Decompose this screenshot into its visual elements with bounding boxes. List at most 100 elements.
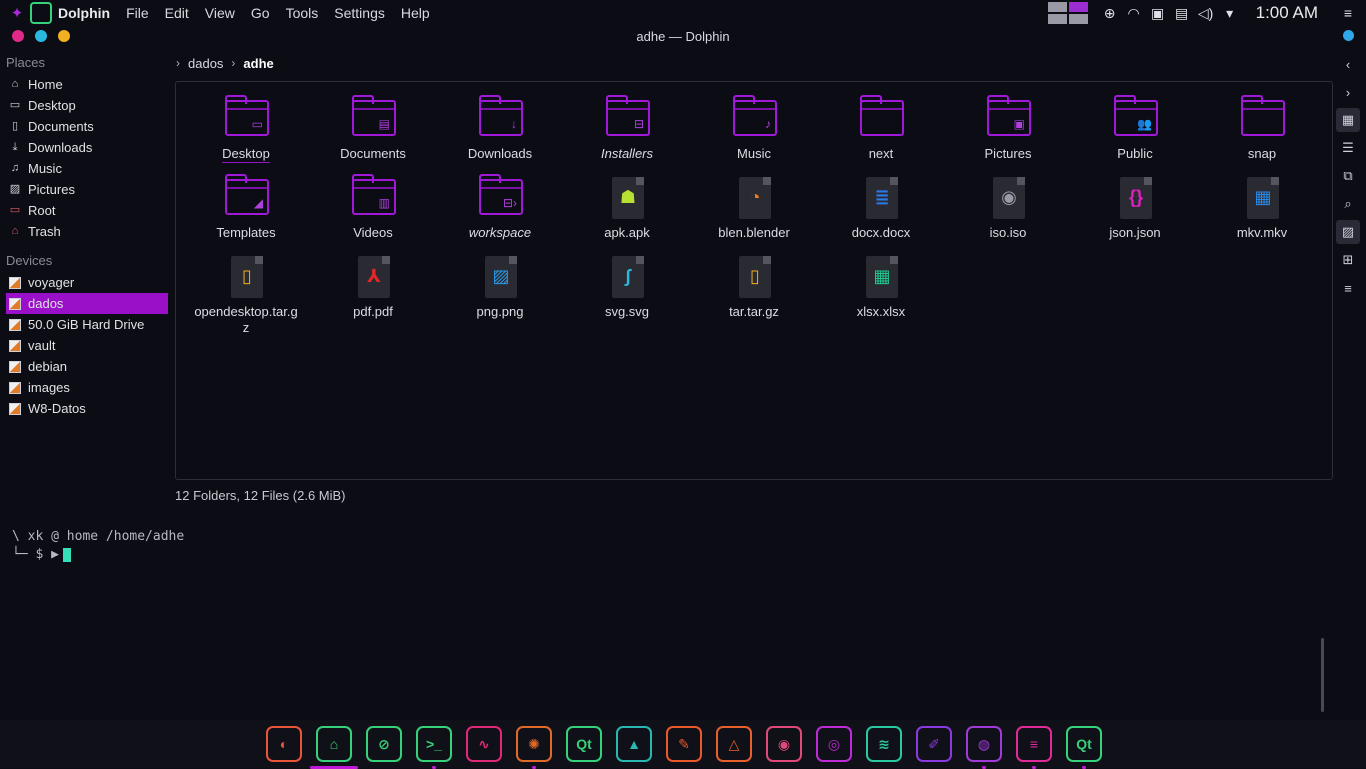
launcher-icon[interactable]: ✦	[6, 2, 28, 24]
clock[interactable]: 1:00 AM	[1256, 3, 1318, 23]
firefox-icon: ◐	[266, 726, 302, 762]
place-pictures[interactable]: ▨ Pictures	[0, 179, 170, 200]
forward-icon[interactable]: ›	[1336, 80, 1360, 104]
file-item[interactable]: ◉ iso.iso	[948, 175, 1068, 253]
folder-item[interactable]: ⊟ Installers	[567, 95, 687, 174]
device-voyager[interactable]: voyager	[0, 272, 170, 293]
menu-help[interactable]: Help	[401, 5, 430, 21]
dock-app-text-editor[interactable]: ≡	[1009, 724, 1059, 769]
dock-app-qt-designer[interactable]: Qt	[559, 724, 609, 764]
folder-item[interactable]: ▭ Desktop	[186, 95, 306, 174]
menu-view[interactable]: View	[205, 5, 235, 21]
place-home[interactable]: ⌂ Home	[0, 74, 170, 95]
workspace-pager[interactable]	[1047, 2, 1088, 24]
dock-app-eye-viewer[interactable]: ◉	[759, 724, 809, 764]
terminal-panel[interactable]: \ xk @ home /home/adhe └─ $ ▶	[12, 528, 184, 564]
device-label: images	[28, 380, 70, 395]
file-item[interactable]: ▨ png.png	[440, 254, 560, 332]
workspace-3[interactable]	[1047, 14, 1067, 24]
terminal-cursor	[62, 547, 71, 562]
menu-go[interactable]: Go	[251, 5, 270, 21]
dock-app-system-monitor[interactable]: ∿	[459, 724, 509, 764]
split-view-icon[interactable]: ⧉	[1336, 164, 1360, 188]
back-icon[interactable]: ‹	[1336, 52, 1360, 76]
menu-settings[interactable]: Settings	[334, 5, 385, 21]
file-item[interactable]: ◔ blen.blender	[694, 175, 814, 253]
search-icon[interactable]: ⌕	[1336, 192, 1360, 216]
panel-icon[interactable]: ⊞	[1336, 248, 1360, 272]
place-label: Pictures	[28, 182, 75, 197]
item-label: Desktop	[222, 146, 270, 161]
folder-icon: ▣	[984, 95, 1032, 144]
workspace-4[interactable]	[1068, 14, 1088, 24]
folder-item[interactable]: ♪ Music	[694, 95, 814, 174]
text-editor-icon: ≡	[1016, 726, 1052, 762]
file-item[interactable]: ▯ tar.tar.gz	[694, 254, 814, 332]
file-item[interactable]: ▦ mkv.mkv	[1202, 175, 1322, 253]
folder-item[interactable]: ⊟› workspace	[440, 174, 560, 253]
device-hard-drive[interactable]: 50.0 GiB Hard Drive	[0, 314, 170, 335]
dock-app-qt-creator[interactable]: Qt	[1059, 724, 1109, 769]
file-item[interactable]: {} json.json	[1075, 175, 1195, 253]
lock-icon[interactable]: ▣	[1148, 3, 1168, 23]
dock-app-inkscape[interactable]: ▲	[609, 724, 659, 764]
file-view[interactable]: ▭ Desktop ▤ Documents ↓ Downloads ⊟ Installers ♪…	[175, 81, 1333, 480]
folder-item[interactable]: ◢ Templates	[186, 174, 306, 253]
folder-item[interactable]: 👥 Public	[1075, 95, 1195, 174]
folder-item[interactable]: snap	[1202, 95, 1322, 174]
volume-icon[interactable]: ◁)	[1196, 3, 1216, 23]
place-downloads[interactable]: ⤓ Downloads	[0, 137, 170, 158]
wifi-icon[interactable]: ◠	[1124, 3, 1144, 23]
folder-item[interactable]: next	[821, 95, 941, 174]
device-images[interactable]: images	[0, 377, 170, 398]
folder-item[interactable]: ▣ Pictures	[948, 95, 1068, 174]
dock-app-dolphin[interactable]: ⌂	[309, 724, 359, 769]
device-debian[interactable]: debian	[0, 356, 170, 377]
folder-item[interactable]: ▥ Videos	[313, 174, 433, 253]
dock-app-konsole[interactable]: >_	[409, 724, 459, 769]
dock-app-system-settings[interactable]: ⊘	[359, 724, 409, 764]
tray-expand-icon[interactable]: ▾	[1220, 3, 1240, 23]
dock-app-firefox[interactable]: ◐	[259, 724, 309, 764]
place-root[interactable]: ▭ Root	[0, 200, 170, 221]
preview-icon[interactable]: ▨	[1336, 220, 1360, 244]
place-desktop[interactable]: ▭ Desktop	[0, 95, 170, 116]
clipboard-icon[interactable]: ▤	[1172, 3, 1192, 23]
dock-app-gimp[interactable]: ✎	[659, 724, 709, 764]
device-dados[interactable]: dados	[6, 293, 168, 314]
workspace-2[interactable]	[1068, 2, 1088, 12]
folder-item[interactable]: ▤ Documents	[313, 95, 433, 174]
folder-item[interactable]: ↓ Downloads	[440, 95, 560, 174]
file-item[interactable]: ☗ apk.apk	[567, 175, 687, 253]
crumb-adhe[interactable]: adhe	[243, 56, 273, 71]
file-item[interactable]: ▯ opendesktop.tar.gz	[186, 254, 306, 335]
place-documents[interactable]: ▯ Documents	[0, 116, 170, 137]
details-view-icon[interactable]: ☰	[1336, 136, 1360, 160]
file-item[interactable]: ∫ svg.svg	[567, 254, 687, 332]
hamburger-menu-icon[interactable]: ≡	[1338, 3, 1358, 23]
crumb-dados[interactable]: dados	[188, 56, 223, 71]
workspace-1[interactable]	[1047, 2, 1067, 12]
device-vault[interactable]: vault	[0, 335, 170, 356]
device-w8-datos[interactable]: W8-Datos	[0, 398, 170, 419]
icons-view-icon[interactable]: ▦	[1336, 108, 1360, 132]
terminal-scrollbar[interactable]	[1321, 638, 1324, 712]
dock-app-ark[interactable]: ✺	[509, 724, 559, 769]
dock-app-vlc[interactable]: △	[709, 724, 759, 764]
chevron-right-icon[interactable]: ›	[176, 56, 180, 70]
menu-edit[interactable]: Edit	[165, 5, 189, 21]
dock-app-screenshot[interactable]: ◎	[809, 724, 859, 764]
menu-file[interactable]: File	[126, 5, 149, 21]
place-trash[interactable]: ⌂ Trash	[0, 221, 170, 242]
dock-app-chromium[interactable]: ◍	[959, 724, 1009, 769]
file-item[interactable]: ▦ xlsx.xlsx	[821, 254, 941, 332]
menu-icon[interactable]: ≡	[1336, 276, 1360, 300]
dock-app-audio-editor[interactable]: ≋	[859, 724, 909, 764]
file-item[interactable]: ≣ docx.docx	[821, 175, 941, 253]
dock-app-krita[interactable]: ✐	[909, 724, 959, 764]
file-item[interactable]: ⅄ pdf.pdf	[313, 254, 433, 332]
place-music[interactable]: ♫ Music	[0, 158, 170, 179]
network-up-icon[interactable]: ⊕	[1100, 3, 1120, 23]
chevron-right-icon[interactable]: ›	[231, 56, 235, 70]
menu-tools[interactable]: Tools	[286, 5, 319, 21]
